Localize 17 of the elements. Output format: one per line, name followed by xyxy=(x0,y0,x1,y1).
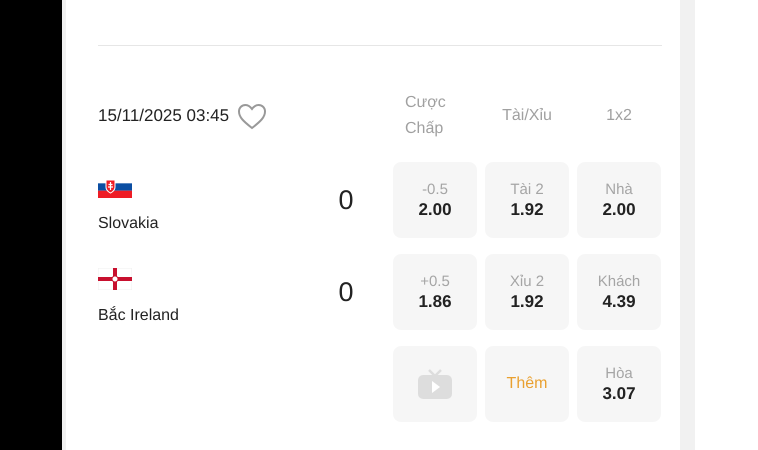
team-name: Slovakia xyxy=(98,215,158,233)
odds-button[interactable]: Nhà 2.00 xyxy=(577,162,661,238)
flag-icon xyxy=(98,268,132,290)
odds-button[interactable]: Hòa 3.07 xyxy=(577,346,661,422)
odds-button[interactable]: Khách 4.39 xyxy=(577,254,661,330)
column-header: Tài/Xỉu xyxy=(502,106,552,126)
odds-button[interactable]: -0.5 2.00 xyxy=(393,162,477,238)
column-header: 1x2 xyxy=(606,106,632,126)
column-header: Cược Chấp xyxy=(405,93,447,139)
odds-button[interactable]: +0.5 1.86 xyxy=(393,254,477,330)
team-name: Bắc Ireland xyxy=(98,307,179,325)
heart-icon[interactable] xyxy=(237,102,268,130)
team-score: 0 xyxy=(338,276,354,308)
odds-button[interactable]: Xỉu 2 1.92 xyxy=(485,254,569,330)
odds-button[interactable]: Tài 2 1.92 xyxy=(485,162,569,238)
match-datetime: 15/11/2025 03:45 xyxy=(98,106,230,126)
team-score: 0 xyxy=(338,184,354,216)
